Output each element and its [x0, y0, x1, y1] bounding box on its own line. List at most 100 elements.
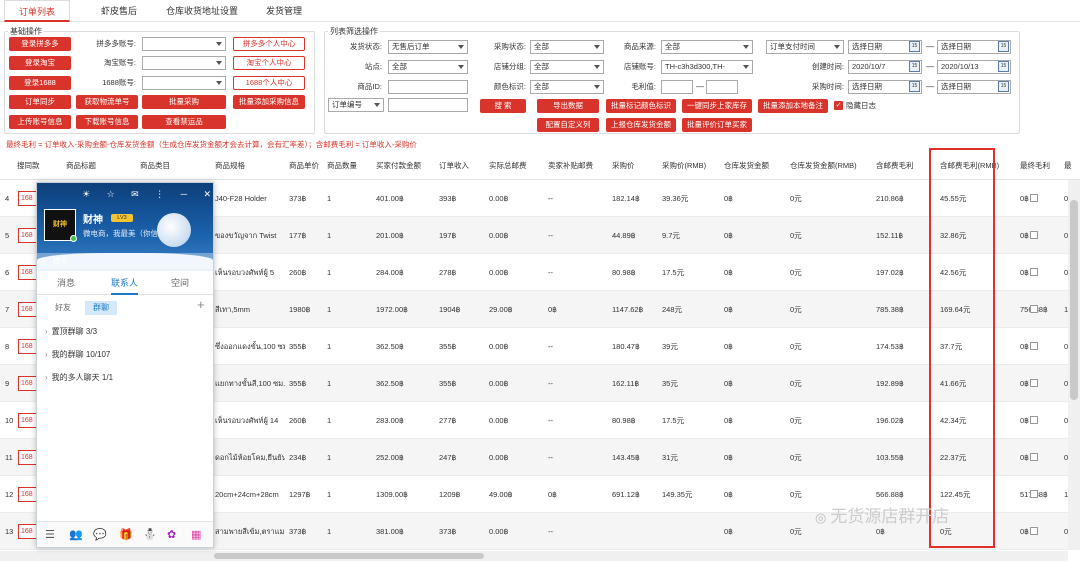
- cell-wh: 0฿: [724, 342, 733, 351]
- contacts-manager-icon[interactable]: 👥: [69, 528, 83, 541]
- group-my-groups[interactable]: › 我的群聊 10/107: [45, 349, 110, 360]
- get-tracking-number-button[interactable]: 获取物流单号: [76, 95, 138, 109]
- batch-purchase-button[interactable]: 批量采购: [142, 95, 226, 109]
- order-number-type-select[interactable]: 订单编号: [328, 98, 384, 112]
- login-1688-button[interactable]: 登录1688: [9, 76, 71, 90]
- calendar-icon[interactable]: 15: [998, 41, 1009, 52]
- custom-columns-button[interactable]: 配置自定义列: [537, 118, 599, 132]
- vertical-scroll-thumb[interactable]: [1070, 200, 1078, 400]
- column-header[interactable]: 搜同款: [17, 152, 40, 180]
- group-multi-chat[interactable]: › 我的多人聊天 1/1: [45, 372, 113, 383]
- cell-wh: 0฿: [724, 490, 733, 499]
- 1688-personal-center-button[interactable]: 1688个人中心: [233, 76, 305, 90]
- qq-subtab-friends[interactable]: 好友: [55, 301, 71, 315]
- snowman-icon[interactable]: ⛄: [143, 528, 157, 541]
- row-checkbox[interactable]: [1030, 527, 1038, 535]
- column-header[interactable]: 商品类目: [140, 152, 170, 180]
- order-number-input[interactable]: [388, 98, 468, 112]
- column-header[interactable]: 商品规格: [215, 152, 245, 180]
- upload-account-info-button[interactable]: 上传账号信息: [9, 115, 71, 129]
- pdd-personal-center-button[interactable]: 拼多多个人中心: [233, 37, 305, 51]
- taobao-personal-center-button[interactable]: 淘宝个人中心: [233, 56, 305, 70]
- shop-group-select[interactable]: 全部: [530, 60, 604, 74]
- login-pdd-button[interactable]: 登录拼多多: [9, 37, 71, 51]
- column-header[interactable]: 采购价: [612, 152, 635, 180]
- column-header[interactable]: 含邮费毛利: [876, 152, 914, 180]
- qq-tab-contacts[interactable]: 联系人: [111, 271, 139, 295]
- column-header[interactable]: 订单收入: [439, 152, 469, 180]
- group-pinned[interactable]: › 置顶群聊 3/3: [45, 326, 97, 337]
- column-header[interactable]: 实际总邮费: [489, 152, 527, 180]
- row-checkbox[interactable]: [1030, 379, 1038, 387]
- column-header[interactable]: 商品标题: [66, 152, 96, 180]
- color-tag-select[interactable]: 全部: [530, 80, 604, 94]
- export-data-button[interactable]: 导出数据: [537, 99, 599, 113]
- qq-tab-messages[interactable]: 消息: [57, 271, 75, 295]
- row-checkbox[interactable]: [1030, 194, 1038, 202]
- apps-icon[interactable]: ▦: [191, 528, 201, 541]
- sync-stock-button[interactable]: 一键同步上家库存: [682, 99, 752, 113]
- column-header[interactable]: 仓库发货金额(RMB): [790, 152, 857, 180]
- site-select[interactable]: 全部: [388, 60, 468, 74]
- row-checkbox[interactable]: [1030, 305, 1038, 313]
- chat-icon[interactable]: 💬: [93, 528, 107, 541]
- source-select[interactable]: 全部: [661, 40, 753, 54]
- product-id-input[interactable]: [388, 80, 468, 94]
- calendar-icon[interactable]: 15: [909, 41, 920, 52]
- order-time-type-select[interactable]: 订单支付时间: [766, 40, 844, 54]
- order-sync-button[interactable]: 订单同步: [9, 95, 71, 109]
- qq-search-input[interactable]: ⌕ 搜索: [37, 253, 213, 269]
- column-header[interactable]: 商品数量: [327, 152, 357, 180]
- row-checkbox[interactable]: [1030, 490, 1038, 498]
- batch-add-purchase-info-button[interactable]: 批量添加采购信息: [233, 95, 305, 109]
- column-header[interactable]: 最: [1064, 152, 1072, 180]
- column-header[interactable]: 最终毛利: [1020, 152, 1050, 180]
- tab-order-list[interactable]: 订单列表: [4, 0, 70, 22]
- login-taobao-button[interactable]: 登录淘宝: [9, 56, 71, 70]
- calendar-icon[interactable]: 15: [909, 81, 920, 92]
- row-checkbox[interactable]: [1030, 453, 1038, 461]
- row-checkbox[interactable]: [1030, 342, 1038, 350]
- tab-shipping-management[interactable]: 发货管理: [258, 0, 310, 22]
- horizontal-scrollbar[interactable]: [0, 551, 1068, 561]
- pdd-account-select[interactable]: [142, 37, 226, 51]
- 1688-account-select[interactable]: [142, 76, 226, 90]
- batch-review-buyers-button[interactable]: 批量评价订单买家: [682, 118, 752, 132]
- calendar-icon[interactable]: 15: [909, 61, 920, 72]
- hide-log-checkbox[interactable]: ✓: [834, 101, 843, 110]
- download-account-info-button[interactable]: 下载账号信息: [76, 115, 138, 129]
- column-header[interactable]: 商品单价: [289, 152, 319, 180]
- column-header[interactable]: 仓库发货金额: [724, 152, 769, 180]
- qq-subtab-groups[interactable]: 群聊: [85, 301, 117, 315]
- vertical-scrollbar[interactable]: [1068, 180, 1080, 550]
- row-checkbox[interactable]: [1030, 231, 1038, 239]
- calendar-icon[interactable]: 15: [998, 61, 1009, 72]
- search-button[interactable]: 搜 索: [480, 99, 526, 113]
- qq-signature[interactable]: 微电商，我最美（你信...: [83, 228, 164, 239]
- calendar-icon[interactable]: 15: [998, 81, 1009, 92]
- report-warehouse-amount-button[interactable]: 上报仓库发货金额: [606, 118, 676, 132]
- row-checkbox[interactable]: [1030, 268, 1038, 276]
- ship-status-select[interactable]: 无售后订单: [388, 40, 468, 54]
- qq-top-icons[interactable]: ☀ ☆ ✉ ⋮ ─ ✕: [82, 189, 213, 200]
- column-header[interactable]: 买家付款金额: [376, 152, 421, 180]
- gross-margin-max-input[interactable]: [706, 80, 738, 94]
- add-icon[interactable]: +: [197, 297, 205, 312]
- tab-shopee-aftersale[interactable]: 虾皮售后: [92, 0, 146, 22]
- purchase-status-select[interactable]: 全部: [530, 40, 604, 54]
- tab-warehouse-address[interactable]: 仓库收货地址设置: [160, 0, 244, 22]
- batch-color-tag-button[interactable]: 批量标记颜色标识: [606, 99, 676, 113]
- shop-account-select[interactable]: TH-c3h3d300,TH-: [661, 60, 753, 74]
- gross-margin-min-input[interactable]: [661, 80, 693, 94]
- column-header[interactable]: 采购价(RMB): [662, 152, 706, 180]
- row-checkbox[interactable]: [1030, 416, 1038, 424]
- flower-icon[interactable]: ✿: [167, 528, 176, 541]
- qq-tab-space[interactable]: 空间: [171, 271, 189, 295]
- gift-icon[interactable]: 🎁: [119, 528, 133, 541]
- taobao-account-select[interactable]: [142, 56, 226, 70]
- batch-local-note-button[interactable]: 批量添加本地备注: [758, 99, 828, 113]
- column-header[interactable]: 卖家补贴邮费: [548, 152, 593, 180]
- horizontal-scroll-thumb[interactable]: [214, 553, 484, 559]
- menu-icon[interactable]: ☰: [45, 528, 55, 541]
- view-banned-goods-button[interactable]: 查看禁运品: [142, 115, 226, 129]
